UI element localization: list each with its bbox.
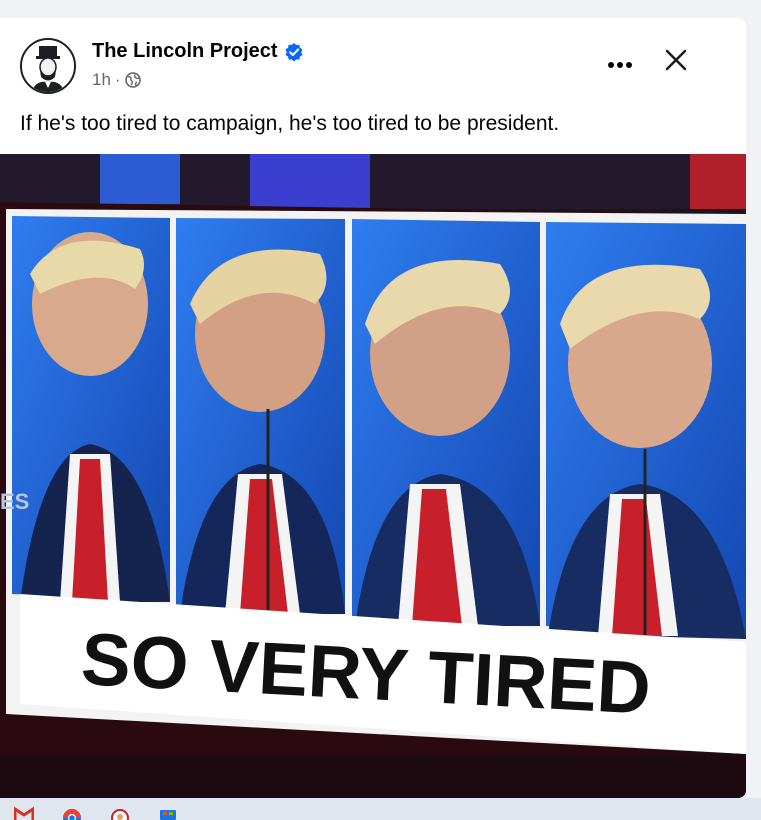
taskbar (0, 798, 761, 820)
chrome-icon[interactable] (62, 806, 82, 820)
edge-text: ES (0, 489, 29, 514)
post-header: The Lincoln Project 1h · (20, 38, 726, 98)
author-avatar[interactable] (20, 38, 76, 94)
more-dot (626, 62, 632, 68)
post-caption: If he's too tired to campaign, he's too … (20, 112, 560, 135)
more-dot (617, 62, 623, 68)
post-time[interactable]: 1h (92, 70, 111, 90)
close-icon[interactable] (656, 40, 696, 80)
app-icon[interactable] (110, 806, 130, 820)
gmail-icon[interactable] (14, 806, 34, 820)
author-name[interactable]: The Lincoln Project (92, 40, 278, 63)
store-icon[interactable] (158, 806, 178, 820)
post-meta: 1h · (92, 70, 141, 90)
meta-separator: · (114, 70, 121, 89)
facebook-post: The Lincoln Project 1h · If he's too tir… (0, 18, 746, 798)
more-options-button[interactable] (600, 50, 640, 80)
verified-badge-icon (285, 42, 303, 61)
post-image[interactable]: SO VERY TIRED ES (0, 154, 746, 798)
lincoln-portrait-icon (22, 40, 74, 92)
globe-icon[interactable] (124, 72, 141, 88)
author-row: The Lincoln Project (92, 40, 304, 63)
more-dot (608, 62, 614, 68)
